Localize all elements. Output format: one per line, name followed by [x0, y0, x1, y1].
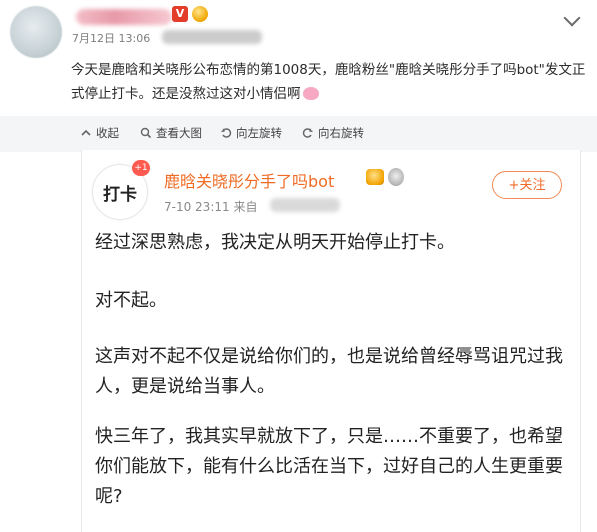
- view-large-button[interactable]: 查看大图: [140, 125, 202, 141]
- crown-badge-icon: [366, 169, 384, 185]
- blurred-device: [270, 198, 340, 212]
- blurred-source: [162, 30, 262, 44]
- collapse-label: 收起: [96, 126, 119, 140]
- account-name[interactable]: 鹿晗关晓彤分手了吗bot: [164, 168, 334, 192]
- paragraph-2: 对不起。: [95, 290, 167, 311]
- rotate-right-icon: [302, 128, 313, 138]
- rotate-left-label: 向左旋转: [236, 126, 282, 140]
- notification-badge: +1: [132, 160, 150, 176]
- medal-badge-icon: [388, 168, 404, 186]
- paragraph-1: 经过深思熟虑，我决定从明天开始停止打卡。: [95, 232, 455, 253]
- rotate-right-label: 向右旋转: [318, 126, 364, 140]
- search-icon: [140, 127, 152, 139]
- rotate-left-button[interactable]: 向左旋转: [220, 125, 282, 141]
- post-timestamp: 7月12日 13:06: [72, 32, 151, 45]
- follow-button[interactable]: +关注: [492, 171, 562, 199]
- post-text: 今天是鹿晗和关晓彤公布恋情的第1008天，鹿晗粉丝"鹿晗关晓彤分手了吗bot"发…: [71, 58, 591, 106]
- paragraph-3: 这声对不起不仅是说给你们的，也是说给曾经辱骂诅咒过我人，更是说给当事人。: [95, 346, 563, 397]
- view-large-label: 查看大图: [156, 126, 202, 140]
- rotate-left-icon: [221, 128, 232, 138]
- verified-badge-icon: V: [172, 6, 188, 22]
- rotate-right-button[interactable]: 向右旋转: [302, 125, 364, 141]
- chevron-down-icon[interactable]: [563, 9, 581, 27]
- paragraph-4: 快三年了，我其实早就放下了，只是……不重要了，也希望你们能放下，能有什么比活在当…: [95, 426, 563, 507]
- account-meta: 7-10 23:11 来自: [164, 200, 258, 214]
- avatar-text: 打卡: [103, 184, 137, 205]
- user-avatar[interactable]: [10, 6, 62, 58]
- pig-emoji-icon: [302, 87, 319, 100]
- blurred-username: [76, 9, 172, 25]
- collapse-button[interactable]: 收起: [80, 125, 119, 141]
- gold-badge-icon: [192, 6, 208, 22]
- post-body: 今天是鹿晗和关晓彤公布恋情的第1008天，鹿晗粉丝"鹿晗关晓彤分手了吗bot"发…: [71, 62, 586, 102]
- collapse-icon: [81, 129, 91, 136]
